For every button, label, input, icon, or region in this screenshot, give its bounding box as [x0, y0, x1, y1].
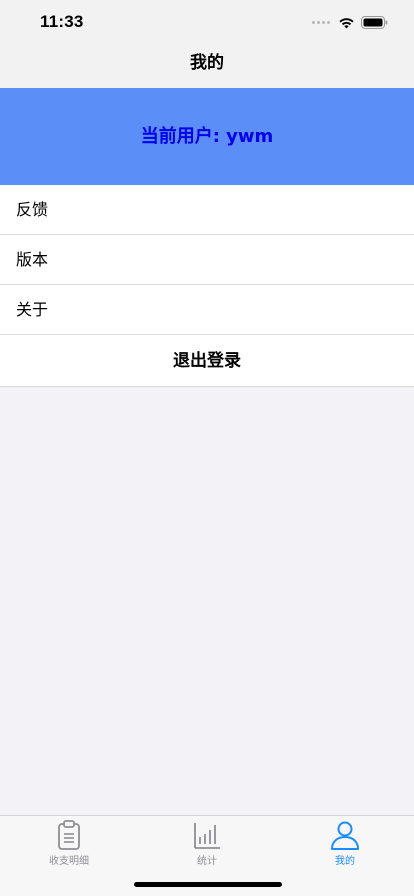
settings-menu: 反馈 版本 关于 退出登录: [0, 185, 414, 387]
tab-label: 收支明细: [49, 856, 89, 867]
battery-icon: [361, 15, 388, 29]
user-banner: 当前用户: ywm: [0, 88, 414, 185]
page-title: 我的: [190, 53, 224, 73]
home-indicator: [134, 882, 282, 887]
tab-label: 统计: [197, 856, 217, 867]
clipboard-icon: [58, 820, 80, 850]
tab-label: 我的: [335, 856, 355, 867]
tab-statistics[interactable]: 统计: [138, 819, 276, 867]
tab-me[interactable]: 我的: [276, 819, 414, 867]
current-user-label: 当前用户: ywm: [140, 126, 274, 147]
person-icon: [331, 821, 359, 850]
cellular-signal-icon: [312, 20, 330, 24]
wifi-icon: [339, 17, 354, 28]
status-bar: 11:33: [0, 0, 414, 44]
status-time: 11:33: [40, 12, 84, 31]
menu-item-feedback[interactable]: 反馈: [0, 185, 414, 235]
status-icons: [312, 14, 388, 30]
menu-item-about[interactable]: 关于: [0, 285, 414, 335]
menu-item-version[interactable]: 版本: [0, 235, 414, 285]
logout-button[interactable]: 退出登录: [0, 335, 414, 387]
navigation-bar: 我的: [0, 44, 414, 88]
bar-chart-icon: [194, 823, 220, 849]
tab-transactions[interactable]: 收支明细: [0, 819, 138, 867]
